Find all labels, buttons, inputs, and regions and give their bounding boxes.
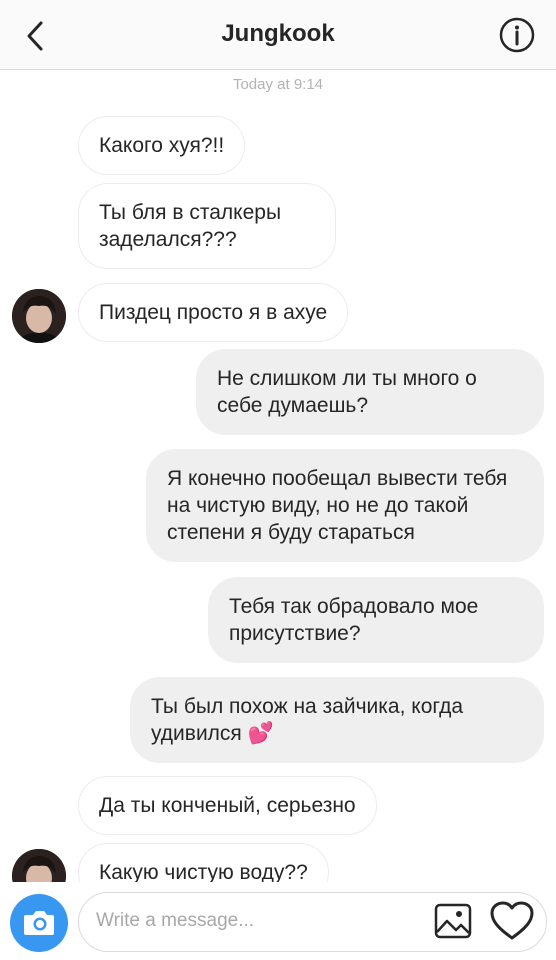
- message-thread[interactable]: Today at 9:14 Какого хуя?!! Ты бля в ста…: [0, 0, 556, 882]
- incoming-message[interactable]: Ты бля в сталкеры заделался???: [78, 183, 336, 269]
- like-button[interactable]: [488, 898, 536, 944]
- sender-avatar[interactable]: [12, 289, 66, 343]
- heart-icon: [490, 901, 534, 940]
- message-input[interactable]: [96, 906, 416, 936]
- camera-button[interactable]: [10, 894, 68, 952]
- incoming-message[interactable]: Какого хуя?!!: [78, 116, 246, 175]
- sender-avatar[interactable]: [12, 849, 66, 882]
- image-icon: [434, 903, 472, 939]
- thread-timestamp: Today at 9:14: [232, 76, 324, 93]
- camera-icon: [24, 911, 54, 935]
- incoming-message[interactable]: Какую чистую воду??: [78, 843, 329, 882]
- outgoing-message[interactable]: Я конечно пообещал вывести тебя на чисту…: [146, 449, 544, 562]
- gallery-button[interactable]: [432, 900, 474, 942]
- incoming-message[interactable]: Пиздец просто я в ахуе: [78, 283, 349, 342]
- incoming-message[interactable]: Да ты конченый, серьезно: [78, 776, 377, 835]
- outgoing-message[interactable]: Не слишком ли ты много о себе думаешь?: [196, 349, 544, 435]
- avatar-photo: [12, 849, 66, 882]
- outgoing-message[interactable]: Ты был похож на зайчика, когда удивился …: [130, 677, 544, 763]
- avatar-photo: [12, 289, 66, 343]
- outgoing-message[interactable]: Тебя так обрадовало мое присутствие?: [208, 577, 544, 663]
